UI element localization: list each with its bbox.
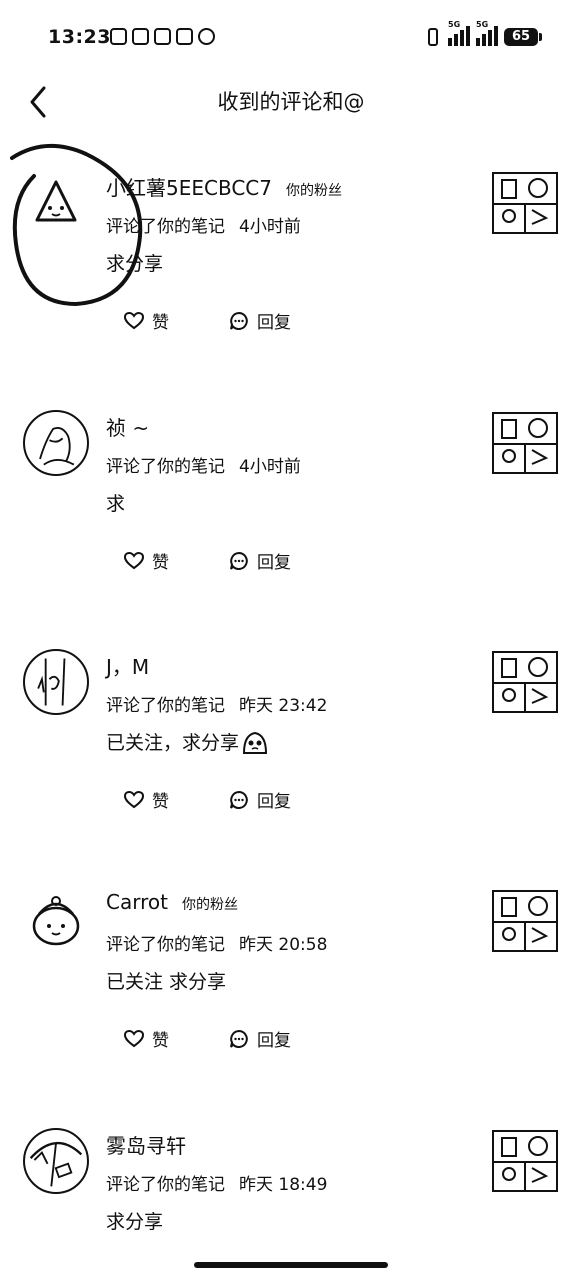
comment-item[interactable]: 雾岛寻轩 评论了你的笔记 昨天 18:49 求分享 xyxy=(0,1120,582,1250)
notification-icon xyxy=(110,28,127,45)
umbrella-avatar-icon xyxy=(29,1141,83,1187)
chat-bubble-icon xyxy=(230,311,248,330)
like-button[interactable]: 赞 xyxy=(124,548,169,573)
system-icons: 5G 5G 65 xyxy=(428,20,542,46)
home-indicator[interactable] xyxy=(194,1262,388,1268)
comment-time: 昨天 18:49 xyxy=(239,1175,328,1195)
cartoon-face-avatar-icon xyxy=(32,896,80,946)
sketch-figure-avatar-icon xyxy=(37,658,66,706)
like-label: 赞 xyxy=(152,313,169,333)
comment-content[interactable]: 已关注，求分享 xyxy=(106,728,269,755)
comment-content[interactable]: 已关注 求分享 xyxy=(106,967,226,994)
reply-button[interactable]: 回复 xyxy=(229,308,291,333)
status-time: 13:23 xyxy=(48,26,111,48)
user-name[interactable]: 小红薯5EECBCC7 xyxy=(106,172,272,201)
note-thumbnail-image xyxy=(494,178,556,232)
user-name[interactable]: Carrot xyxy=(106,890,168,914)
notification-icon xyxy=(176,28,193,45)
chat-bubble-icon xyxy=(230,551,248,570)
user-avatar[interactable] xyxy=(23,649,89,715)
note-thumbnail[interactable] xyxy=(492,890,558,952)
user-avatar[interactable] xyxy=(23,1128,89,1194)
comment-item[interactable]: 祯 ~ 评论了你的笔记 4小时前 求 赞 回复 xyxy=(0,402,582,632)
reply-button[interactable]: 回复 xyxy=(229,787,291,812)
user-avatar[interactable] xyxy=(23,888,89,954)
action-text: 评论了你的笔记 xyxy=(106,217,225,237)
like-button[interactable]: 赞 xyxy=(124,1026,169,1051)
comment-item[interactable]: Carrot 你的粉丝 评论了你的笔记 昨天 20:58 已关注 求分享 赞 回… xyxy=(0,880,582,1110)
comment-item[interactable]: J，M 评论了你的笔记 昨天 23:42 已关注，求分享 赞 回复 xyxy=(0,641,582,871)
comment-text: 已关注，求分享 xyxy=(106,732,240,754)
like-label: 赞 xyxy=(152,1031,169,1051)
action-text: 评论了你的笔记 xyxy=(106,696,225,716)
status-bar: 13:23 5G 5G 65 xyxy=(0,0,582,78)
notification-icon xyxy=(132,28,149,45)
heart-icon xyxy=(124,551,144,569)
vibrate-icon xyxy=(428,28,438,46)
heart-icon xyxy=(124,1029,144,1047)
note-thumbnail-image xyxy=(494,657,556,711)
notification-icon xyxy=(198,28,215,45)
comment-content[interactable]: 求分享 xyxy=(106,249,163,276)
header: 收到的评论和@ xyxy=(0,78,582,124)
comment-time: 昨天 20:58 xyxy=(239,935,328,955)
network-label: 5G xyxy=(448,20,461,29)
comment-content[interactable]: 求分享 xyxy=(106,1207,163,1234)
notification-icon xyxy=(154,28,171,45)
note-thumbnail-image xyxy=(494,418,556,472)
reply-label: 回复 xyxy=(257,553,291,573)
signal-icon-2: 5G xyxy=(476,20,498,46)
comment-time: 4小时前 xyxy=(239,217,301,237)
like-label: 赞 xyxy=(152,792,169,812)
action-text: 评论了你的笔记 xyxy=(106,935,225,955)
reply-label: 回复 xyxy=(257,792,291,812)
heart-icon xyxy=(124,311,144,329)
battery-icon: 65 xyxy=(504,28,542,46)
action-text: 评论了你的笔记 xyxy=(106,1175,225,1195)
note-thumbnail[interactable] xyxy=(492,172,558,234)
user-name[interactable]: 祯 ~ xyxy=(106,412,149,441)
watermelon-avatar-icon xyxy=(35,180,77,222)
comment-time: 昨天 23:42 xyxy=(239,696,328,716)
notification-icons xyxy=(110,28,215,45)
fan-badge: 你的粉丝 xyxy=(181,897,238,913)
chat-bubble-icon xyxy=(230,1029,248,1048)
page-title: 收到的评论和@ xyxy=(217,90,365,114)
reply-label: 回复 xyxy=(257,313,291,333)
reply-button[interactable]: 回复 xyxy=(229,548,291,573)
note-thumbnail-image xyxy=(494,896,556,950)
note-thumbnail[interactable] xyxy=(492,651,558,713)
user-avatar[interactable] xyxy=(23,170,89,236)
comment-content[interactable]: 求 xyxy=(106,489,125,516)
note-thumbnail-image xyxy=(494,1136,556,1190)
like-label: 赞 xyxy=(152,553,169,573)
chat-bubble-icon xyxy=(230,790,248,809)
fan-badge: 你的粉丝 xyxy=(286,183,342,199)
note-thumbnail[interactable] xyxy=(492,412,558,474)
user-name[interactable]: J，M xyxy=(106,651,149,680)
comment-item[interactable]: 小红薯5EECBCC7 你的粉丝 评论了你的笔记 4小时前 求分享 赞 回复 xyxy=(0,162,582,392)
user-avatar[interactable] xyxy=(23,410,89,476)
note-thumbnail[interactable] xyxy=(492,1130,558,1192)
action-text: 评论了你的笔记 xyxy=(106,457,225,477)
reply-label: 回复 xyxy=(257,1031,291,1051)
pleading-emoji-icon xyxy=(243,731,268,754)
network-label: 5G xyxy=(476,20,489,29)
heart-icon xyxy=(124,790,144,808)
user-name[interactable]: 雾岛寻轩 xyxy=(106,1130,186,1159)
like-button[interactable]: 赞 xyxy=(124,787,169,812)
reply-button[interactable]: 回复 xyxy=(229,1026,291,1051)
comment-time: 4小时前 xyxy=(239,457,301,477)
like-button[interactable]: 赞 xyxy=(124,308,169,333)
signal-icon-1: 5G xyxy=(448,20,470,46)
sketch-person-avatar-icon xyxy=(39,427,75,466)
